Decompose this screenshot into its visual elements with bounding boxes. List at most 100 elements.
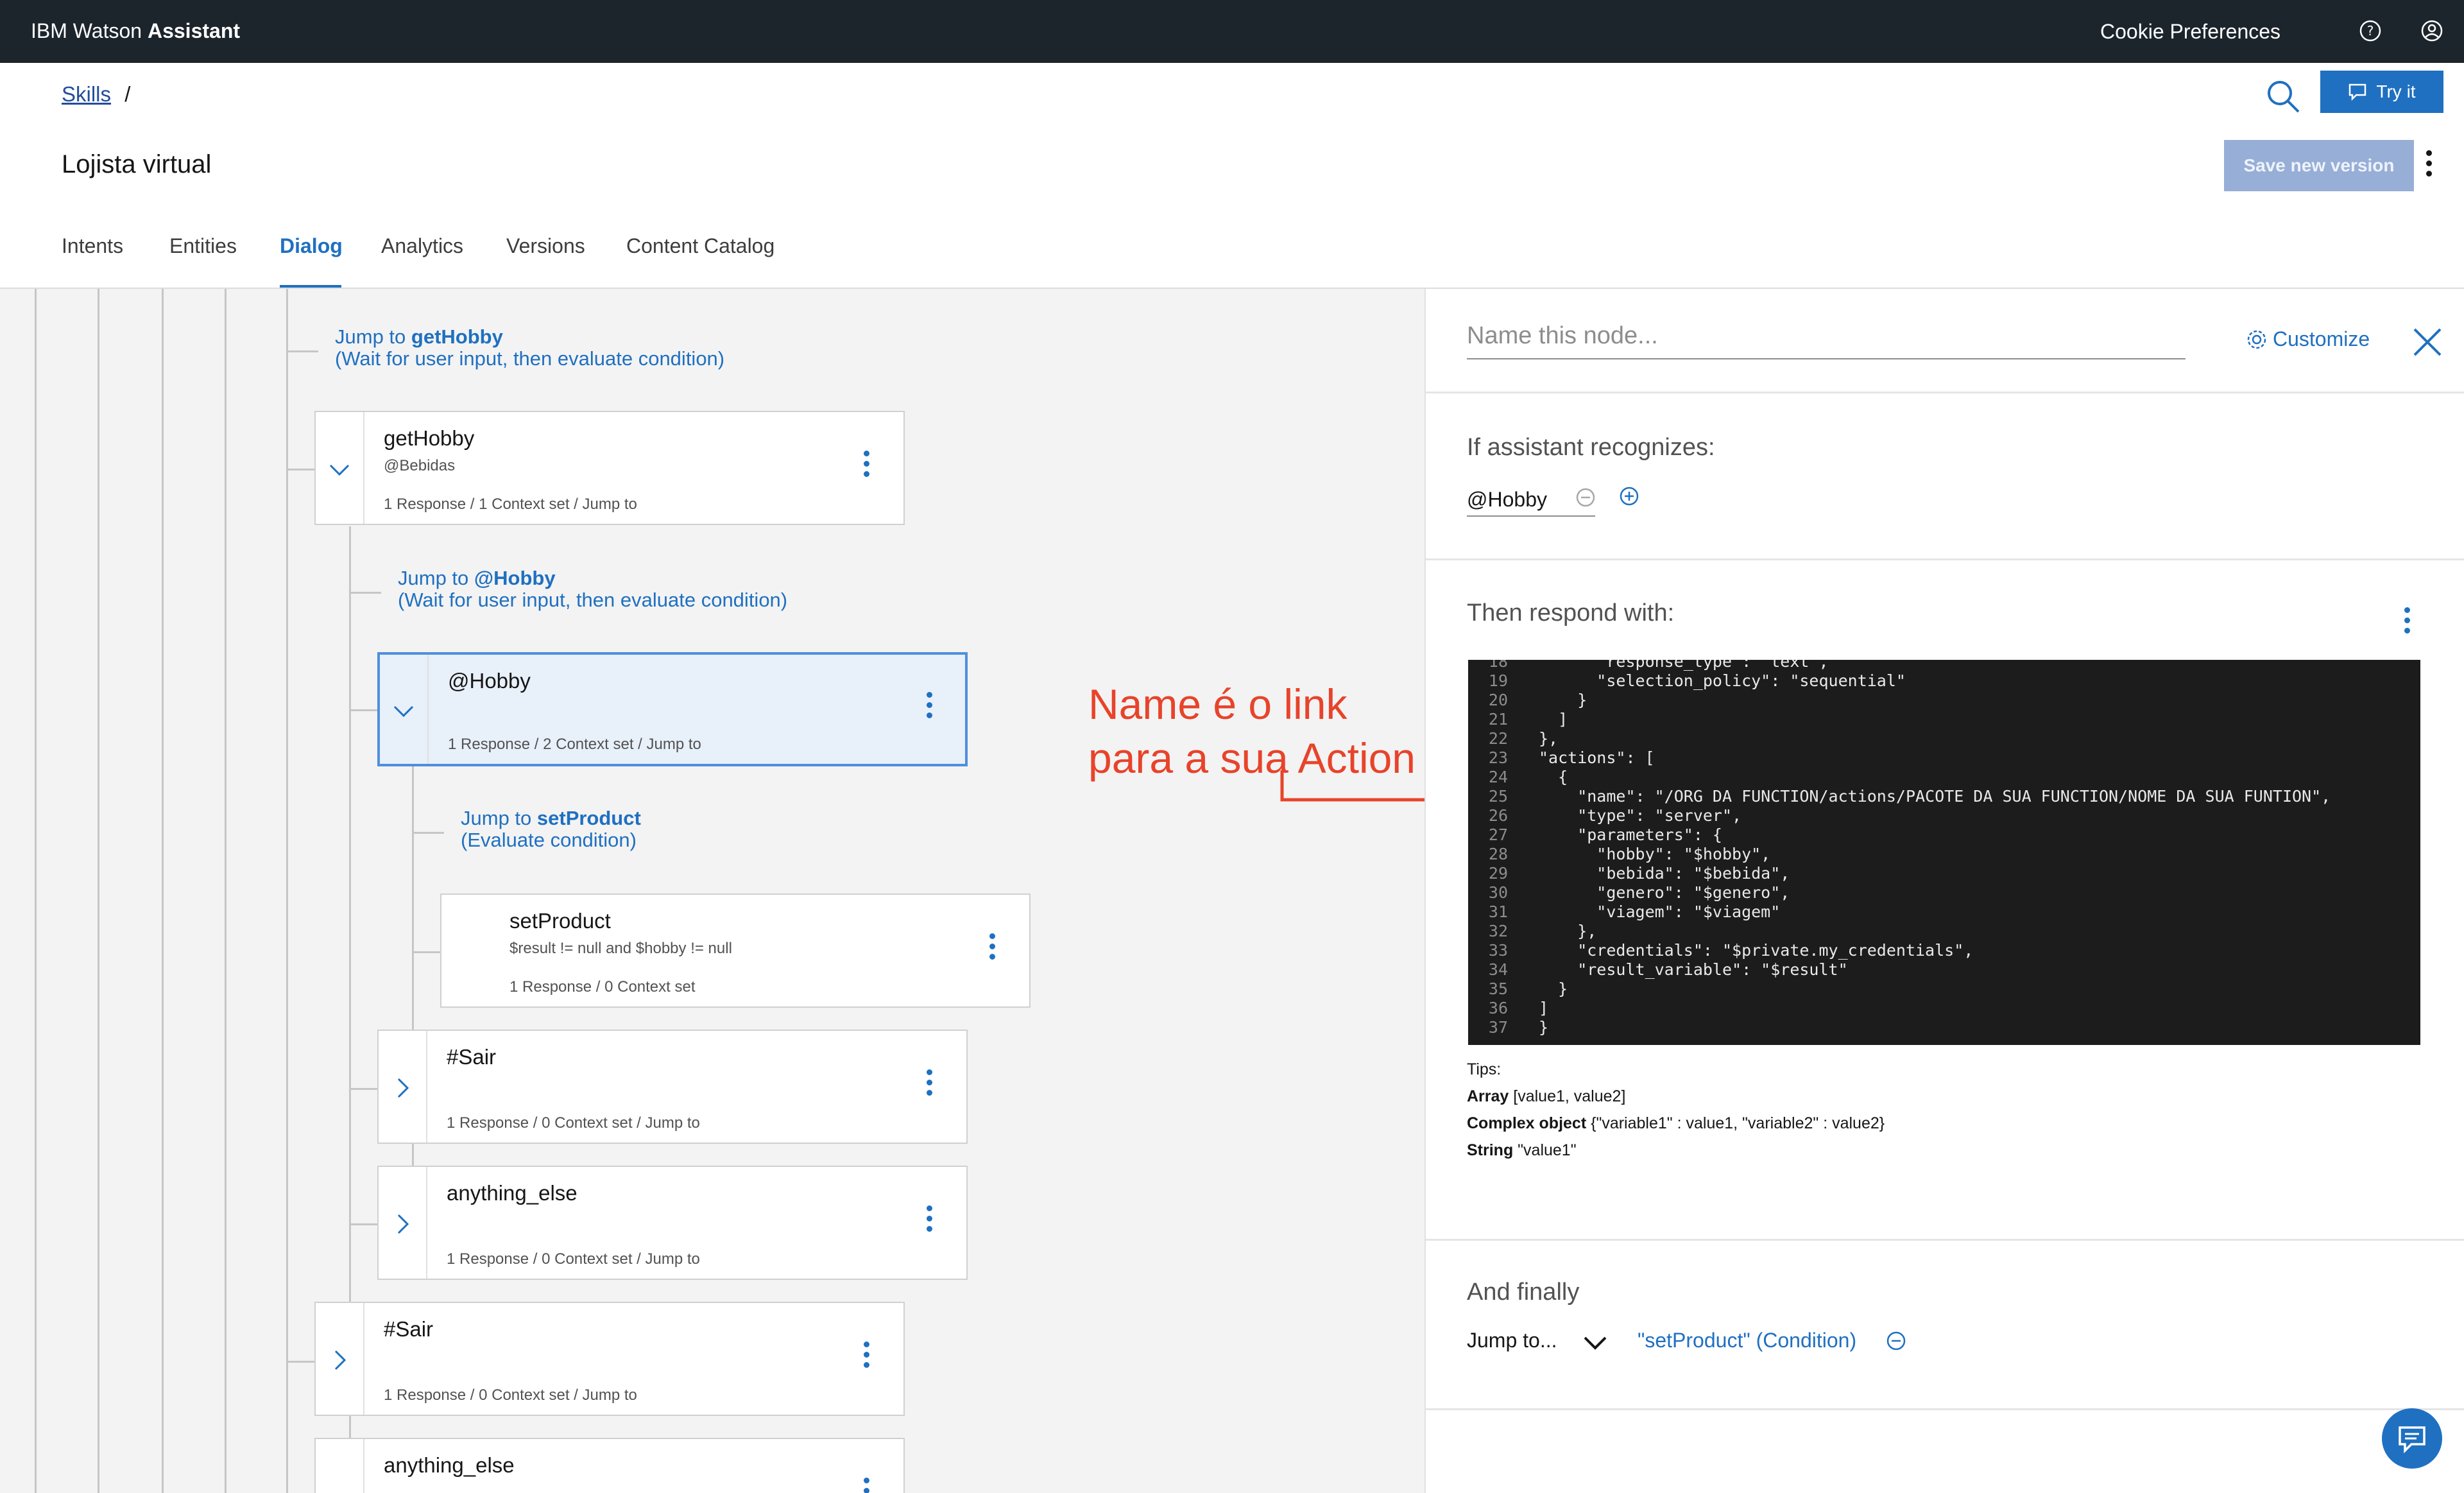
node-menu-icon[interactable] [864, 1478, 869, 1493]
chevron-right-icon [397, 1214, 409, 1234]
tab-intents[interactable]: Intents [62, 234, 123, 258]
tab-content-catalog[interactable]: Content Catalog [626, 234, 774, 258]
chevron-right-icon [334, 1350, 346, 1370]
line-number: 22 [1488, 729, 1508, 748]
tree-connector [349, 709, 377, 711]
node-menu-icon[interactable] [927, 692, 932, 718]
tab-analytics[interactable]: Analytics [381, 234, 463, 258]
chevron-down-icon [393, 705, 414, 718]
expand-toggle[interactable] [316, 1303, 364, 1415]
breadcrumb-skills-link[interactable]: Skills [62, 82, 111, 106]
breadcrumb-separator: / [124, 82, 131, 106]
jump-to-target[interactable]: "setProduct" (Condition) [1638, 1329, 1856, 1352]
node-menu-icon[interactable] [989, 933, 995, 960]
customize-label: Customize [2273, 327, 2370, 350]
node-name: setProduct [509, 909, 611, 933]
dialog-node-setproduct[interactable]: setProduct $result != null and $hobby !=… [440, 893, 1031, 1008]
chevron-down-icon [329, 464, 350, 476]
brand-logo[interactable]: IBM Watson Assistant [31, 19, 240, 43]
node-summary: 1 Response / 1 Context set / Jump to [384, 496, 637, 513]
try-it-label: Try it [2376, 82, 2416, 101]
tab-entities[interactable]: Entities [169, 234, 237, 258]
code-line: }, [1539, 922, 1597, 940]
tab-dialog[interactable]: Dialog [280, 234, 343, 258]
node-summary: 1 Response / 0 Context set [509, 978, 696, 996]
dialog-node-sair[interactable]: #Sair 1 Response / 0 Context set / Jump … [377, 1030, 968, 1144]
line-number: 19 [1488, 671, 1508, 690]
tree-connector [349, 1088, 377, 1090]
jump-label[interactable]: Jump to @Hobby (Wait for user input, then… [398, 567, 787, 611]
jump-to-select[interactable]: Jump to... [1467, 1329, 1557, 1352]
dialog-node-hobby[interactable]: @Hobby 1 Response / 2 Context set / Jump… [377, 652, 968, 766]
code-line: { [1539, 768, 1568, 786]
json-editor[interactable]: 18 "response_type": "text", 19 "selectio… [1468, 660, 2420, 1045]
node-menu-icon[interactable] [864, 1342, 869, 1368]
node-name: getHobby [384, 426, 475, 450]
node-condition: $result != null and $hobby != null [509, 940, 732, 957]
code-line: "hobby": "$hobby", [1539, 845, 1771, 863]
search-icon[interactable] [2265, 78, 2301, 114]
code-line: "genero": "$genero", [1539, 883, 1790, 902]
node-menu-icon[interactable] [927, 1069, 932, 1096]
code-line: "viagem": "$viagem" [1539, 902, 1781, 921]
collapse-toggle[interactable] [380, 655, 429, 764]
node-summary: 1 Response / 2 Context set / Jump to [448, 736, 701, 753]
jump-label[interactable]: Jump to getHobby (Wait for user input, th… [335, 326, 724, 370]
code-line: } [1539, 980, 1568, 998]
expand-toggle[interactable] [316, 1439, 364, 1493]
node-summary: 1 Response / 0 Context set / Jump to [447, 1114, 700, 1132]
customize-button[interactable]: Customize [2246, 327, 2370, 351]
remove-jump-icon[interactable] [1885, 1330, 1907, 1352]
close-icon[interactable] [2411, 326, 2443, 358]
code-line: } [1539, 691, 1587, 709]
response-menu-icon[interactable] [2404, 607, 2410, 634]
expand-toggle[interactable] [379, 1031, 427, 1143]
node-name-input[interactable]: Name this node... [1467, 322, 2186, 359]
node-editor-panel: Name this node... Customize If assistant… [1425, 289, 2464, 1493]
dialog-node-anything-else[interactable]: anything_else [314, 1438, 905, 1493]
overflow-menu-icon[interactable] [2426, 150, 2432, 177]
help-icon[interactable]: ? [2359, 19, 2382, 42]
code-line: }, [1539, 729, 1559, 748]
line-number: 35 [1488, 980, 1508, 998]
dialog-node-anything-else[interactable]: anything_else 1 Response / 0 Context set… [377, 1166, 968, 1280]
code-line: "actions": [ [1539, 748, 1655, 767]
node-name: anything_else [384, 1453, 515, 1477]
tree-connector [412, 951, 440, 953]
tree-connector [412, 832, 444, 834]
code-line: "name": "/ORG DA FUNCTION/actions/PACOTE… [1539, 787, 2331, 806]
section-divider [1426, 1408, 2464, 1410]
line-number: 34 [1488, 960, 1508, 979]
line-number: 30 [1488, 883, 1508, 902]
node-name: anything_else [447, 1181, 578, 1205]
tree-connector [286, 469, 314, 470]
line-number: 26 [1488, 806, 1508, 825]
tree-guide-line [225, 289, 227, 1493]
chat-support-button[interactable] [2382, 1408, 2442, 1469]
tree-connector [349, 592, 381, 594]
node-condition: @Bebidas [384, 457, 456, 474]
user-icon[interactable] [2420, 19, 2443, 42]
cookie-preferences-link[interactable]: Cookie Preferences [2100, 20, 2280, 44]
node-menu-icon[interactable] [864, 451, 869, 477]
node-menu-icon[interactable] [927, 1205, 932, 1232]
dialog-node-gethobby[interactable]: getHobby @Bebidas 1 Response / 1 Context… [314, 411, 905, 525]
breadcrumb: Skills / [62, 82, 130, 107]
jump-label[interactable]: Jump to setProduct (Evaluate condition) [461, 807, 641, 851]
try-it-button[interactable]: Try it [2320, 71, 2443, 113]
save-new-version-button[interactable]: Save new version [2224, 140, 2414, 191]
line-number: 33 [1488, 941, 1508, 960]
line-number: 20 [1488, 691, 1508, 709]
remove-condition-icon[interactable] [1575, 487, 1596, 508]
add-condition-icon[interactable] [1618, 485, 1640, 507]
dialog-tree-canvas[interactable]: Jump to getHobby (Wait for user input, th… [0, 289, 1425, 1493]
chevron-down-icon[interactable] [1582, 1335, 1608, 1351]
code-line: ] [1539, 710, 1568, 729]
dialog-node-sair[interactable]: #Sair 1 Response / 0 Context set / Jump … [314, 1302, 905, 1416]
tab-versions[interactable]: Versions [506, 234, 585, 258]
code-line: ] [1539, 999, 1549, 1017]
expand-toggle[interactable] [379, 1167, 427, 1279]
collapse-toggle[interactable] [316, 412, 364, 524]
line-number: 31 [1488, 902, 1508, 921]
code-line: "response_type": "text", [1539, 660, 1829, 671]
